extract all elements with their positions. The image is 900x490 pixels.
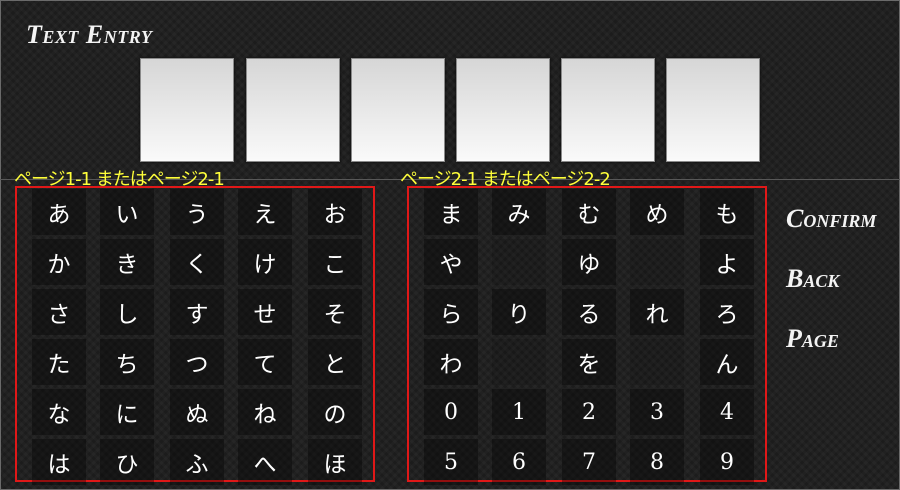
kana-key[interactable]: つ <box>170 339 224 385</box>
kana-key[interactable]: め <box>630 189 684 235</box>
key-row: まみむめも <box>409 187 765 237</box>
kana-key[interactable]: を <box>562 339 616 385</box>
kana-panel-right: まみむめもやゆよらりるれろわをん0123456789 <box>407 186 767 485</box>
kana-key[interactable]: は <box>32 439 86 485</box>
kana-key[interactable]: ほ <box>308 439 362 485</box>
kana-key[interactable]: の <box>308 389 362 435</box>
input-slot-1[interactable] <box>140 58 234 162</box>
input-slot-2[interactable] <box>246 58 340 162</box>
input-slot-4[interactable] <box>456 58 550 162</box>
kana-key[interactable]: む <box>562 189 616 235</box>
key-row: なにぬねの <box>17 387 373 437</box>
kana-key[interactable]: い <box>100 189 154 235</box>
kana-key[interactable]: 8 <box>630 439 684 485</box>
kana-key[interactable]: よ <box>700 239 754 285</box>
key-row: かきくけこ <box>17 237 373 287</box>
kana-key[interactable]: る <box>562 289 616 335</box>
kana-key[interactable]: ん <box>700 339 754 385</box>
kana-key[interactable]: お <box>308 189 362 235</box>
kana-key[interactable]: り <box>492 289 546 335</box>
key-row: あいうえお <box>17 187 373 237</box>
kana-key[interactable]: も <box>700 189 754 235</box>
key-row: らりるれろ <box>409 287 765 337</box>
kana-key[interactable]: か <box>32 239 86 285</box>
kana-key[interactable]: く <box>170 239 224 285</box>
screen-title: Text Entry <box>26 20 153 49</box>
key-row: たちつてと <box>17 337 373 387</box>
confirm-button[interactable]: Confirm <box>786 204 876 234</box>
kana-key[interactable]: ち <box>100 339 154 385</box>
kana-key[interactable]: き <box>100 239 154 285</box>
kana-key[interactable]: 5 <box>424 439 478 485</box>
kana-key[interactable]: ひ <box>100 439 154 485</box>
input-slot-5[interactable] <box>561 58 655 162</box>
empty-key <box>492 239 546 285</box>
kana-key[interactable]: 7 <box>562 439 616 485</box>
kana-key[interactable]: 1 <box>492 389 546 435</box>
kana-key[interactable]: み <box>492 189 546 235</box>
kana-key[interactable]: う <box>170 189 224 235</box>
kana-key[interactable]: ふ <box>170 439 224 485</box>
key-row: 56789 <box>409 437 765 487</box>
input-slot-3[interactable] <box>351 58 445 162</box>
kana-key[interactable]: こ <box>308 239 362 285</box>
kana-key[interactable]: ね <box>238 389 292 435</box>
page-button[interactable]: Page <box>786 324 839 354</box>
kana-key[interactable]: 4 <box>700 389 754 435</box>
key-row: わをん <box>409 337 765 387</box>
kana-key[interactable]: れ <box>630 289 684 335</box>
kana-key[interactable]: え <box>238 189 292 235</box>
kana-key[interactable]: 3 <box>630 389 684 435</box>
kana-key[interactable]: た <box>32 339 86 385</box>
kana-key[interactable]: な <box>32 389 86 435</box>
key-row: はひふへほ <box>17 437 373 487</box>
kana-key[interactable]: へ <box>238 439 292 485</box>
kana-key[interactable]: ゆ <box>562 239 616 285</box>
kana-key[interactable]: ぬ <box>170 389 224 435</box>
kana-key[interactable]: と <box>308 339 362 385</box>
key-row: やゆよ <box>409 237 765 287</box>
kana-key[interactable]: 2 <box>562 389 616 435</box>
key-row: 01234 <box>409 387 765 437</box>
kana-key[interactable]: ら <box>424 289 478 335</box>
key-row: さしすせそ <box>17 287 373 337</box>
kana-key[interactable]: ろ <box>700 289 754 335</box>
kana-panel-left: あいうえおかきくけこさしすせそたちつてとなにぬねのはひふへほ <box>15 186 375 485</box>
kana-key[interactable]: し <box>100 289 154 335</box>
kana-key[interactable]: け <box>238 239 292 285</box>
kana-key[interactable]: ま <box>424 189 478 235</box>
input-slot-6[interactable] <box>666 58 760 162</box>
empty-key <box>492 339 546 385</box>
kana-key[interactable]: す <box>170 289 224 335</box>
kana-key[interactable]: 6 <box>492 439 546 485</box>
kana-key[interactable]: 0 <box>424 389 478 435</box>
kana-key[interactable]: わ <box>424 339 478 385</box>
kana-key[interactable]: や <box>424 239 478 285</box>
kana-key[interactable]: さ <box>32 289 86 335</box>
empty-key <box>630 239 684 285</box>
kana-key[interactable]: て <box>238 339 292 385</box>
kana-key[interactable]: に <box>100 389 154 435</box>
kana-key[interactable]: あ <box>32 189 86 235</box>
kana-key[interactable]: せ <box>238 289 292 335</box>
back-button[interactable]: Back <box>786 264 839 294</box>
empty-key <box>630 339 684 385</box>
kana-key[interactable]: そ <box>308 289 362 335</box>
kana-key[interactable]: 9 <box>700 439 754 485</box>
